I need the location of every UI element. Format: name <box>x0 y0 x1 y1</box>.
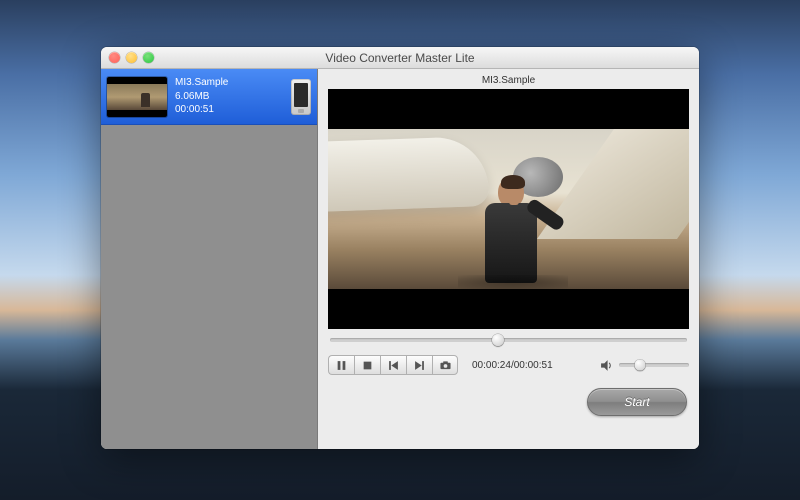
next-icon <box>414 360 425 371</box>
preview-panel: MI3.Sample <box>318 69 699 449</box>
footer: Start <box>328 379 689 425</box>
prev-icon <box>388 360 399 371</box>
snapshot-button[interactable] <box>432 355 458 375</box>
zoom-icon[interactable] <box>143 52 154 63</box>
time-current: 00:00:24 <box>472 360 511 371</box>
timecode: 00:00:24/00:00:51 <box>472 360 553 371</box>
pause-button[interactable] <box>328 355 354 375</box>
start-button[interactable]: Start <box>587 388 687 416</box>
video-player[interactable] <box>328 89 689 329</box>
volume-control <box>600 359 689 372</box>
stop-button[interactable] <box>354 355 380 375</box>
app-window: Video Converter Master Lite MI3.Sample 6… <box>101 47 699 449</box>
device-icon[interactable] <box>291 79 311 115</box>
next-button[interactable] <box>406 355 432 375</box>
controls-row: 00:00:24/00:00:51 <box>328 351 689 379</box>
window-controls <box>101 52 154 63</box>
volume-slider[interactable] <box>619 363 689 367</box>
file-thumbnail <box>107 77 167 117</box>
titlebar[interactable]: Video Converter Master Lite <box>101 47 699 69</box>
time-total: 00:00:51 <box>514 360 553 371</box>
scrub-bar[interactable] <box>330 338 687 342</box>
minimize-icon[interactable] <box>126 52 137 63</box>
preview-title: MI3.Sample <box>328 73 689 89</box>
pause-icon <box>336 360 347 371</box>
file-list[interactable]: MI3.Sample 6.06MB 00:00:51 <box>101 69 318 449</box>
file-meta: MI3.Sample 6.06MB 00:00:51 <box>175 76 283 117</box>
stop-icon <box>362 360 373 371</box>
scrub-row <box>328 329 689 351</box>
file-list-item[interactable]: MI3.Sample 6.06MB 00:00:51 <box>101 69 317 125</box>
file-name: MI3.Sample <box>175 76 283 90</box>
desktop-wallpaper: Video Converter Master Lite MI3.Sample 6… <box>0 0 800 500</box>
camera-icon <box>440 360 451 371</box>
video-frame <box>328 129 689 289</box>
file-size: 6.06MB <box>175 90 283 104</box>
playback-buttons <box>328 355 458 375</box>
prev-button[interactable] <box>380 355 406 375</box>
volume-icon[interactable] <box>600 359 613 372</box>
volume-knob[interactable] <box>635 360 646 371</box>
start-label: Start <box>624 395 649 409</box>
close-icon[interactable] <box>109 52 120 63</box>
file-duration: 00:00:51 <box>175 103 283 117</box>
scrub-knob[interactable] <box>492 334 504 346</box>
content-area: MI3.Sample 6.06MB 00:00:51 MI3.Sample <box>101 69 699 449</box>
window-title: Video Converter Master Lite <box>101 51 699 65</box>
